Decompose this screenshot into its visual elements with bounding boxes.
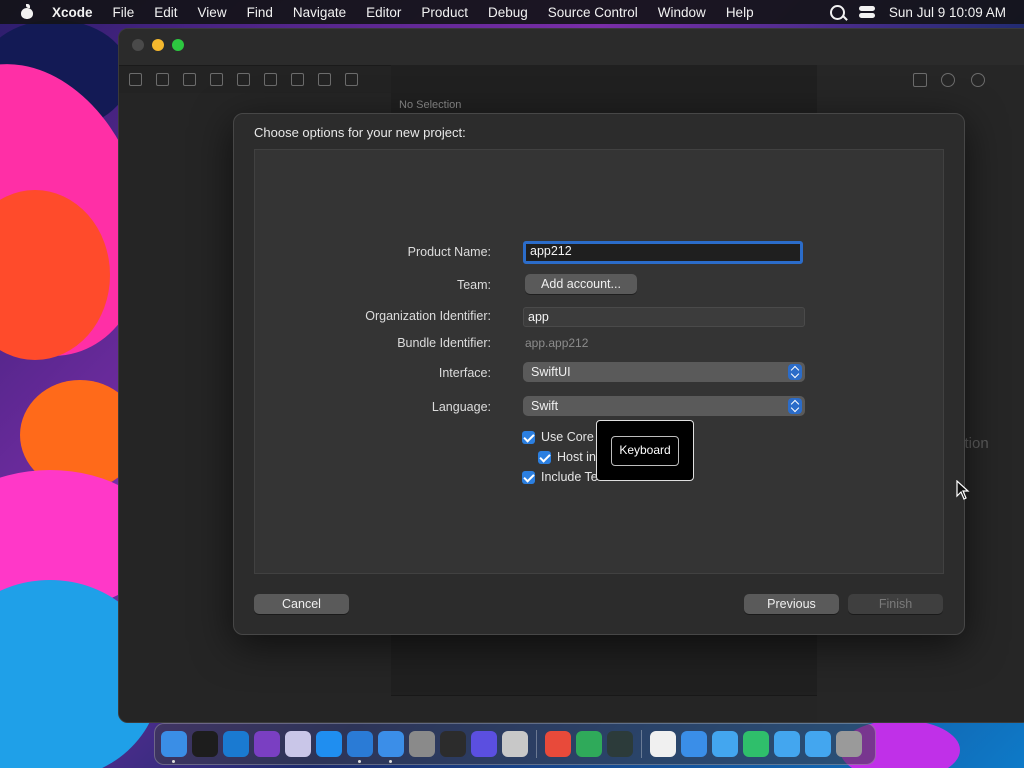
spotlight-search-icon[interactable] [829,4,845,20]
interface-label: Interface: [438,366,491,380]
menu-view[interactable]: View [188,5,237,20]
minimize-window-button[interactable] [152,39,164,51]
language-label: Language: [431,400,491,414]
chrome-icon[interactable] [545,731,571,757]
dock-separator [641,730,642,758]
navigator-tab-bar [119,65,401,93]
sourcetree-icon[interactable] [743,731,769,757]
menu-extras: Sun Jul 9 10:09 AM [829,0,1006,24]
no-selection-label: No Selection [399,99,462,111]
cancel-button[interactable]: Cancel [254,594,349,614]
close-window-button[interactable] [132,39,144,51]
org-id-label: Organization Identifier: [365,309,491,323]
finder-icon[interactable] [161,731,187,763]
include-tests-checkbox[interactable] [522,471,535,484]
terminal-icon[interactable] [192,731,218,757]
popup-chevron-icon [788,398,802,414]
launchpad-icon[interactable] [502,731,528,757]
menu-find[interactable]: Find [237,5,283,20]
include-tests-label: Include Te [541,470,598,484]
menu-source-control[interactable]: Source Control [538,5,648,20]
menu-product[interactable]: Product [411,5,478,20]
control-center-icon[interactable] [858,6,875,18]
help-icon[interactable] [971,73,985,87]
window-toolbar [119,29,1024,66]
folder-icon[interactable] [805,731,831,757]
running-indicator [389,760,392,763]
sheet-title: Choose options for your new project: [254,125,466,140]
folder-icon[interactable] [774,731,800,757]
report-icon[interactable] [345,72,358,86]
menu-editor[interactable]: Editor [356,5,411,20]
popup-chevron-icon [788,364,802,380]
finish-button[interactable]: Finish [848,594,943,614]
symbol-icon[interactable] [183,72,196,86]
xcode-icon[interactable] [347,731,373,763]
source-control-icon[interactable] [156,72,169,86]
breakpoint-icon[interactable] [318,72,331,86]
new-project-sheet: Choose options for your new project: Pro… [233,113,965,635]
apple-menu-icon[interactable] [20,4,34,19]
options-panel: Product Name: app212 Team: Add account..… [254,149,944,574]
bbedit-icon[interactable] [285,731,311,757]
editor-bottom-bar [391,695,817,722]
menu-edit[interactable]: Edit [144,5,187,20]
vscode-icon[interactable] [223,731,249,757]
use-core-data-checkbox[interactable] [522,431,535,444]
test-icon[interactable] [264,72,277,86]
menu-help[interactable]: Help [716,5,764,20]
folder-icon[interactable] [712,731,738,757]
interface-popup-value: SwiftUI [531,365,571,379]
bundle-id-value: app.app212 [525,336,589,350]
menu-bar: Xcode File Edit View Find Navigate Edito… [0,0,1024,24]
shortcuts-icon[interactable] [471,731,497,757]
menu-clock[interactable]: Sun Jul 9 10:09 AM [889,5,1006,20]
document-icon[interactable] [650,731,676,757]
console-icon[interactable] [607,731,633,757]
simulator-icon[interactable] [378,731,404,763]
menu-file[interactable]: File [103,5,145,20]
menu-window[interactable]: Window [648,5,716,20]
dock [154,723,876,765]
running-indicator [172,760,175,763]
menu-navigate[interactable]: Navigate [283,5,356,20]
product-name-label: Product Name: [407,245,491,259]
keyboard-overlay: Keyboard [596,420,694,481]
team-label: Team: [456,278,491,292]
use-core-data-label: Use Core [541,430,594,444]
product-name-field[interactable]: app212 [523,241,803,264]
dock-separator [536,730,537,758]
search-icon[interactable] [210,72,223,86]
host-in-cloudkit-checkbox[interactable] [538,451,551,464]
safari-icon[interactable] [681,731,707,757]
language-popup-value: Swift [531,399,559,413]
warning-icon[interactable] [237,72,250,86]
visual-studio-icon[interactable] [254,731,280,757]
bundle-id-label: Bundle Identifier: [397,336,491,350]
debug-icon[interactable] [291,72,304,86]
language-popup[interactable]: Swift [523,396,805,416]
system-settings-icon[interactable] [409,731,435,757]
app-store-icon[interactable] [316,731,342,757]
running-indicator [358,760,361,763]
folder-icon[interactable] [129,72,142,86]
history-icon[interactable] [941,73,955,87]
host-in-cloudkit-label: Host in [557,450,596,464]
previous-button[interactable]: Previous [744,594,839,614]
add-account-button[interactable]: Add account... [525,274,637,294]
interface-popup[interactable]: SwiftUI [523,362,805,382]
org-id-field[interactable]: app [523,307,805,327]
activity-monitor-icon[interactable] [440,731,466,757]
file-inspector-icon[interactable] [913,73,927,87]
keyboard-key-label: Keyboard [611,436,679,466]
menu-app-name[interactable]: Xcode [48,5,103,20]
menu-debug[interactable]: Debug [478,5,538,20]
trash-icon[interactable] [836,731,862,757]
zoom-window-button[interactable] [172,39,184,51]
sourcetree-icon[interactable] [576,731,602,757]
